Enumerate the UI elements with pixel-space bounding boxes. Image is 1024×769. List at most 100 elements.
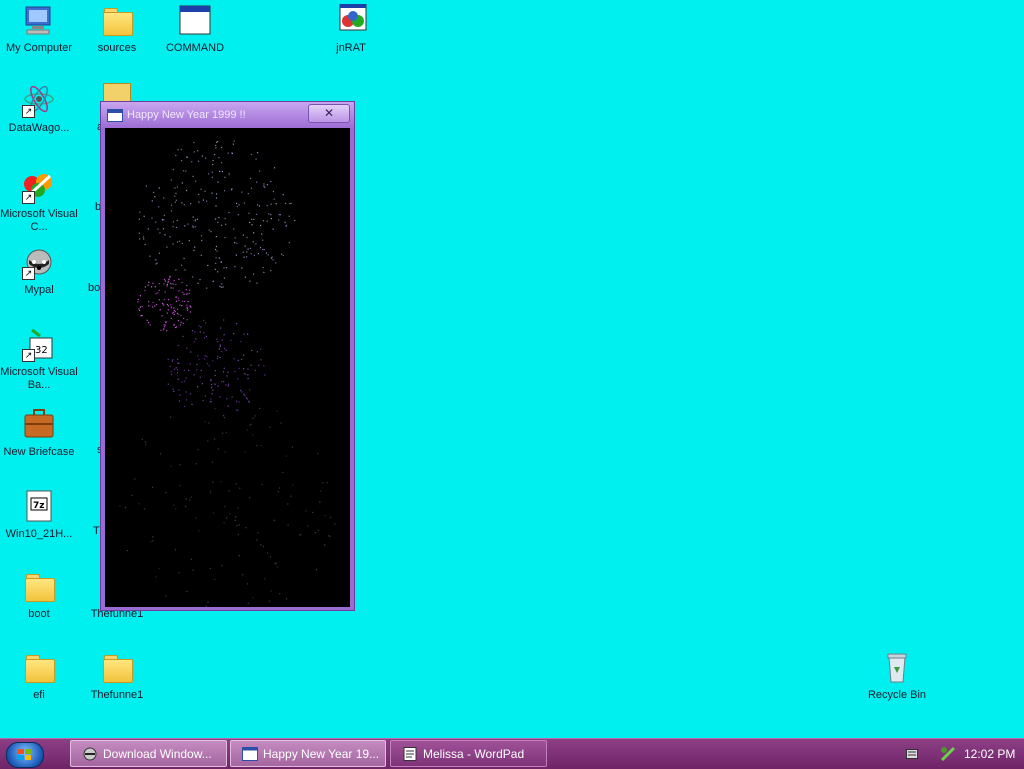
desktop-icon-jnrat[interactable]: jnRAT <box>312 3 390 55</box>
firework-particle <box>195 517 197 519</box>
firework-particle <box>186 590 188 593</box>
firework-particle <box>272 259 274 261</box>
network-icon[interactable] <box>940 746 956 762</box>
taskbar-button-wordpad[interactable]: Melissa - WordPad <box>390 740 547 767</box>
firework-particle <box>273 519 275 521</box>
firework-particle <box>246 236 248 239</box>
firework-particle <box>237 378 239 380</box>
firework-particle <box>186 189 188 192</box>
firework-particle <box>231 188 233 190</box>
firework-particle <box>174 201 176 203</box>
firework-particle <box>163 299 165 301</box>
firework-particle <box>166 246 168 248</box>
firework-particle <box>216 338 218 340</box>
firework-particle <box>172 226 174 228</box>
firework-particle <box>247 602 249 604</box>
firework-particle <box>251 349 253 351</box>
firework-particle <box>167 383 169 385</box>
firework-particle <box>217 181 219 183</box>
taskbar-button-happy-new-year[interactable]: Happy New Year 19... <box>230 740 386 767</box>
firework-particle <box>234 519 236 521</box>
firework-particle <box>248 424 250 426</box>
desktop-icon-label: jnRAT <box>336 42 366 54</box>
firework-particle <box>205 605 207 607</box>
desktop-icon-datawago[interactable]: ↗ DataWago... <box>0 84 78 135</box>
firework-particle <box>238 555 240 557</box>
start-button[interactable] <box>6 742 44 768</box>
desktop-icon-recycle-bin[interactable]: Recycle Bin <box>858 651 936 702</box>
firework-particle <box>189 305 191 307</box>
firework-particle <box>158 187 160 189</box>
firework-particle <box>179 484 181 487</box>
firework-particle <box>219 396 221 398</box>
firework-particle <box>189 289 191 291</box>
close-button[interactable]: ✕ <box>308 104 350 123</box>
firework-particle <box>144 243 146 246</box>
firework-particle <box>204 190 206 192</box>
firework-particle <box>212 481 214 483</box>
firework-particle <box>197 282 199 284</box>
desktop-icon-win10[interactable]: 7z Win10_21H... <box>0 490 78 541</box>
firework-particle <box>270 270 272 272</box>
desktop-icon-efi[interactable]: efi <box>0 651 78 702</box>
firework-particle <box>196 363 198 366</box>
firework-particle <box>178 278 180 280</box>
firework-particle <box>164 234 166 236</box>
firework-particle <box>228 173 230 175</box>
taskbar-button-download[interactable]: Download Window... <box>70 740 227 767</box>
firework-particle <box>211 176 213 178</box>
firework-particle <box>171 360 173 362</box>
firework-particle <box>244 394 246 397</box>
firework-particle <box>174 187 176 189</box>
system-tray: 12:02 PM <box>880 739 1024 769</box>
firework-particle <box>178 240 181 242</box>
firework-particle <box>183 170 185 172</box>
firework-canvas[interactable] <box>105 128 350 607</box>
desktop-icon-sources[interactable]: sources <box>78 4 156 55</box>
desktop-icon-thefunne1-b[interactable]: Thefunne1 <box>78 651 156 702</box>
firework-particle <box>186 347 188 349</box>
keyboard-icon[interactable] <box>906 749 918 759</box>
firework-particle <box>205 322 207 324</box>
desktop-icon-visual-basic[interactable]: 32 ↗ Microsoft Visual Ba... <box>0 328 78 392</box>
firework-particle <box>193 141 195 144</box>
firework-particle <box>214 218 217 220</box>
firework-particle <box>141 306 143 308</box>
firework-particle <box>181 242 183 245</box>
firework-particle <box>151 200 153 202</box>
firework-particle <box>203 332 205 334</box>
firework-particle <box>244 245 246 247</box>
firework-particle <box>228 490 230 492</box>
firework-particle <box>212 280 214 283</box>
firework-particle <box>217 221 219 223</box>
firework-particle <box>159 232 161 234</box>
firework-particle <box>234 266 236 268</box>
firework-particle <box>201 383 203 385</box>
clock[interactable]: 12:02 PM <box>964 747 1015 761</box>
firework-particle <box>193 341 195 343</box>
desktop-icon-mypal[interactable]: ↗ Mypal <box>0 246 78 297</box>
firework-particle <box>197 355 199 357</box>
window-title-bar[interactable]: Happy New Year 1999 !! ✕ <box>101 102 354 128</box>
firework-particle <box>280 422 282 424</box>
desktop-icon-my-computer[interactable]: My Computer <box>0 4 78 55</box>
desktop-icon-new-briefcase[interactable]: New Briefcase <box>0 408 78 459</box>
firework-particle <box>258 205 260 207</box>
desktop-icon-boot[interactable]: boot <box>0 570 78 621</box>
firework-particle <box>143 215 145 217</box>
firework-particle <box>263 365 265 367</box>
firework-window[interactable]: Happy New Year 1999 !! ✕ <box>100 101 355 611</box>
firework-particle <box>230 339 232 341</box>
desktop-icon-label: sources <box>97 42 137 54</box>
firework-particle <box>247 374 249 376</box>
firework-particle <box>223 415 225 417</box>
firework-particle <box>176 372 179 374</box>
desktop-icon-visual-c[interactable]: ↗ Microsoft Visual C... <box>0 170 78 234</box>
firework-particle <box>196 150 199 152</box>
firework-particle <box>265 252 268 254</box>
desktop-icon-command[interactable]: COMMAND <box>156 4 234 55</box>
firework-particle <box>173 504 175 506</box>
firework-particle <box>256 282 258 284</box>
firework-particle <box>211 192 213 194</box>
firework-particle <box>215 141 218 143</box>
